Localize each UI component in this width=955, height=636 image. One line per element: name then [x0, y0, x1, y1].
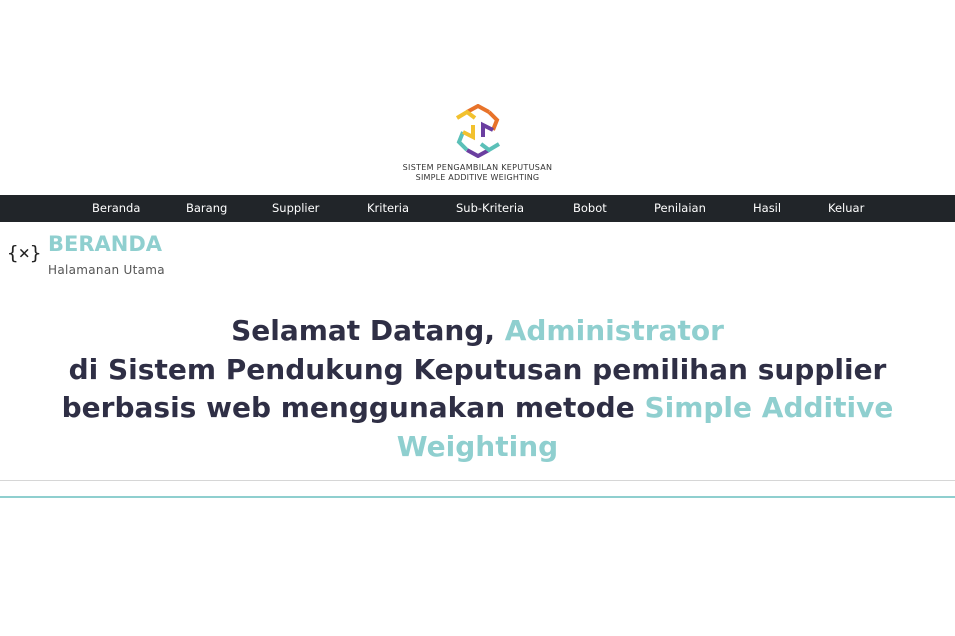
logo-icon	[455, 104, 500, 158]
logo-title: SISTEM PENGAMBILAN KEPUTUSAN	[402, 163, 553, 172]
nav-hasil[interactable]: Hasil	[753, 195, 781, 222]
nav-barang[interactable]: Barang	[186, 195, 227, 222]
welcome-message: Selamat Datang, Administrator di Sistem …	[0, 312, 955, 466]
page-title: BERANDA	[48, 232, 163, 256]
main-navbar: Beranda Barang Supplier Kriteria Sub-Kri…	[0, 195, 955, 222]
accent-divider	[0, 496, 955, 498]
welcome-greeting: Selamat Datang,	[231, 314, 505, 347]
nav-keluar[interactable]: Keluar	[828, 195, 864, 222]
welcome-line-2: di Sistem Pendukung Keputusan pemilihan …	[68, 352, 887, 386]
welcome-user: Administrator	[504, 314, 724, 347]
welcome-method-prefix: berbasis web menggunakan metode	[61, 391, 645, 424]
page-subtitle: Halamanan Utama	[48, 263, 165, 277]
logo-subtitle: SIMPLE ADDITIVE WEIGHTING	[415, 173, 540, 182]
nav-beranda[interactable]: Beranda	[92, 195, 140, 222]
nav-sub-kriteria[interactable]: Sub-Kriteria	[456, 195, 524, 222]
nav-penilaian[interactable]: Penilaian	[654, 195, 706, 222]
welcome-line-1: Selamat Datang, Administrator	[0, 312, 955, 351]
nav-bobot[interactable]: Bobot	[573, 195, 607, 222]
variable-icon: {×}	[7, 242, 42, 264]
welcome-line-3: berbasis web menggunakan metode Simple A…	[0, 389, 955, 466]
nav-kriteria[interactable]: Kriteria	[367, 195, 409, 222]
app-logo: SISTEM PENGAMBILAN KEPUTUSAN SIMPLE ADDI…	[0, 104, 955, 182]
nav-supplier[interactable]: Supplier	[272, 195, 319, 222]
section-divider	[0, 480, 955, 481]
